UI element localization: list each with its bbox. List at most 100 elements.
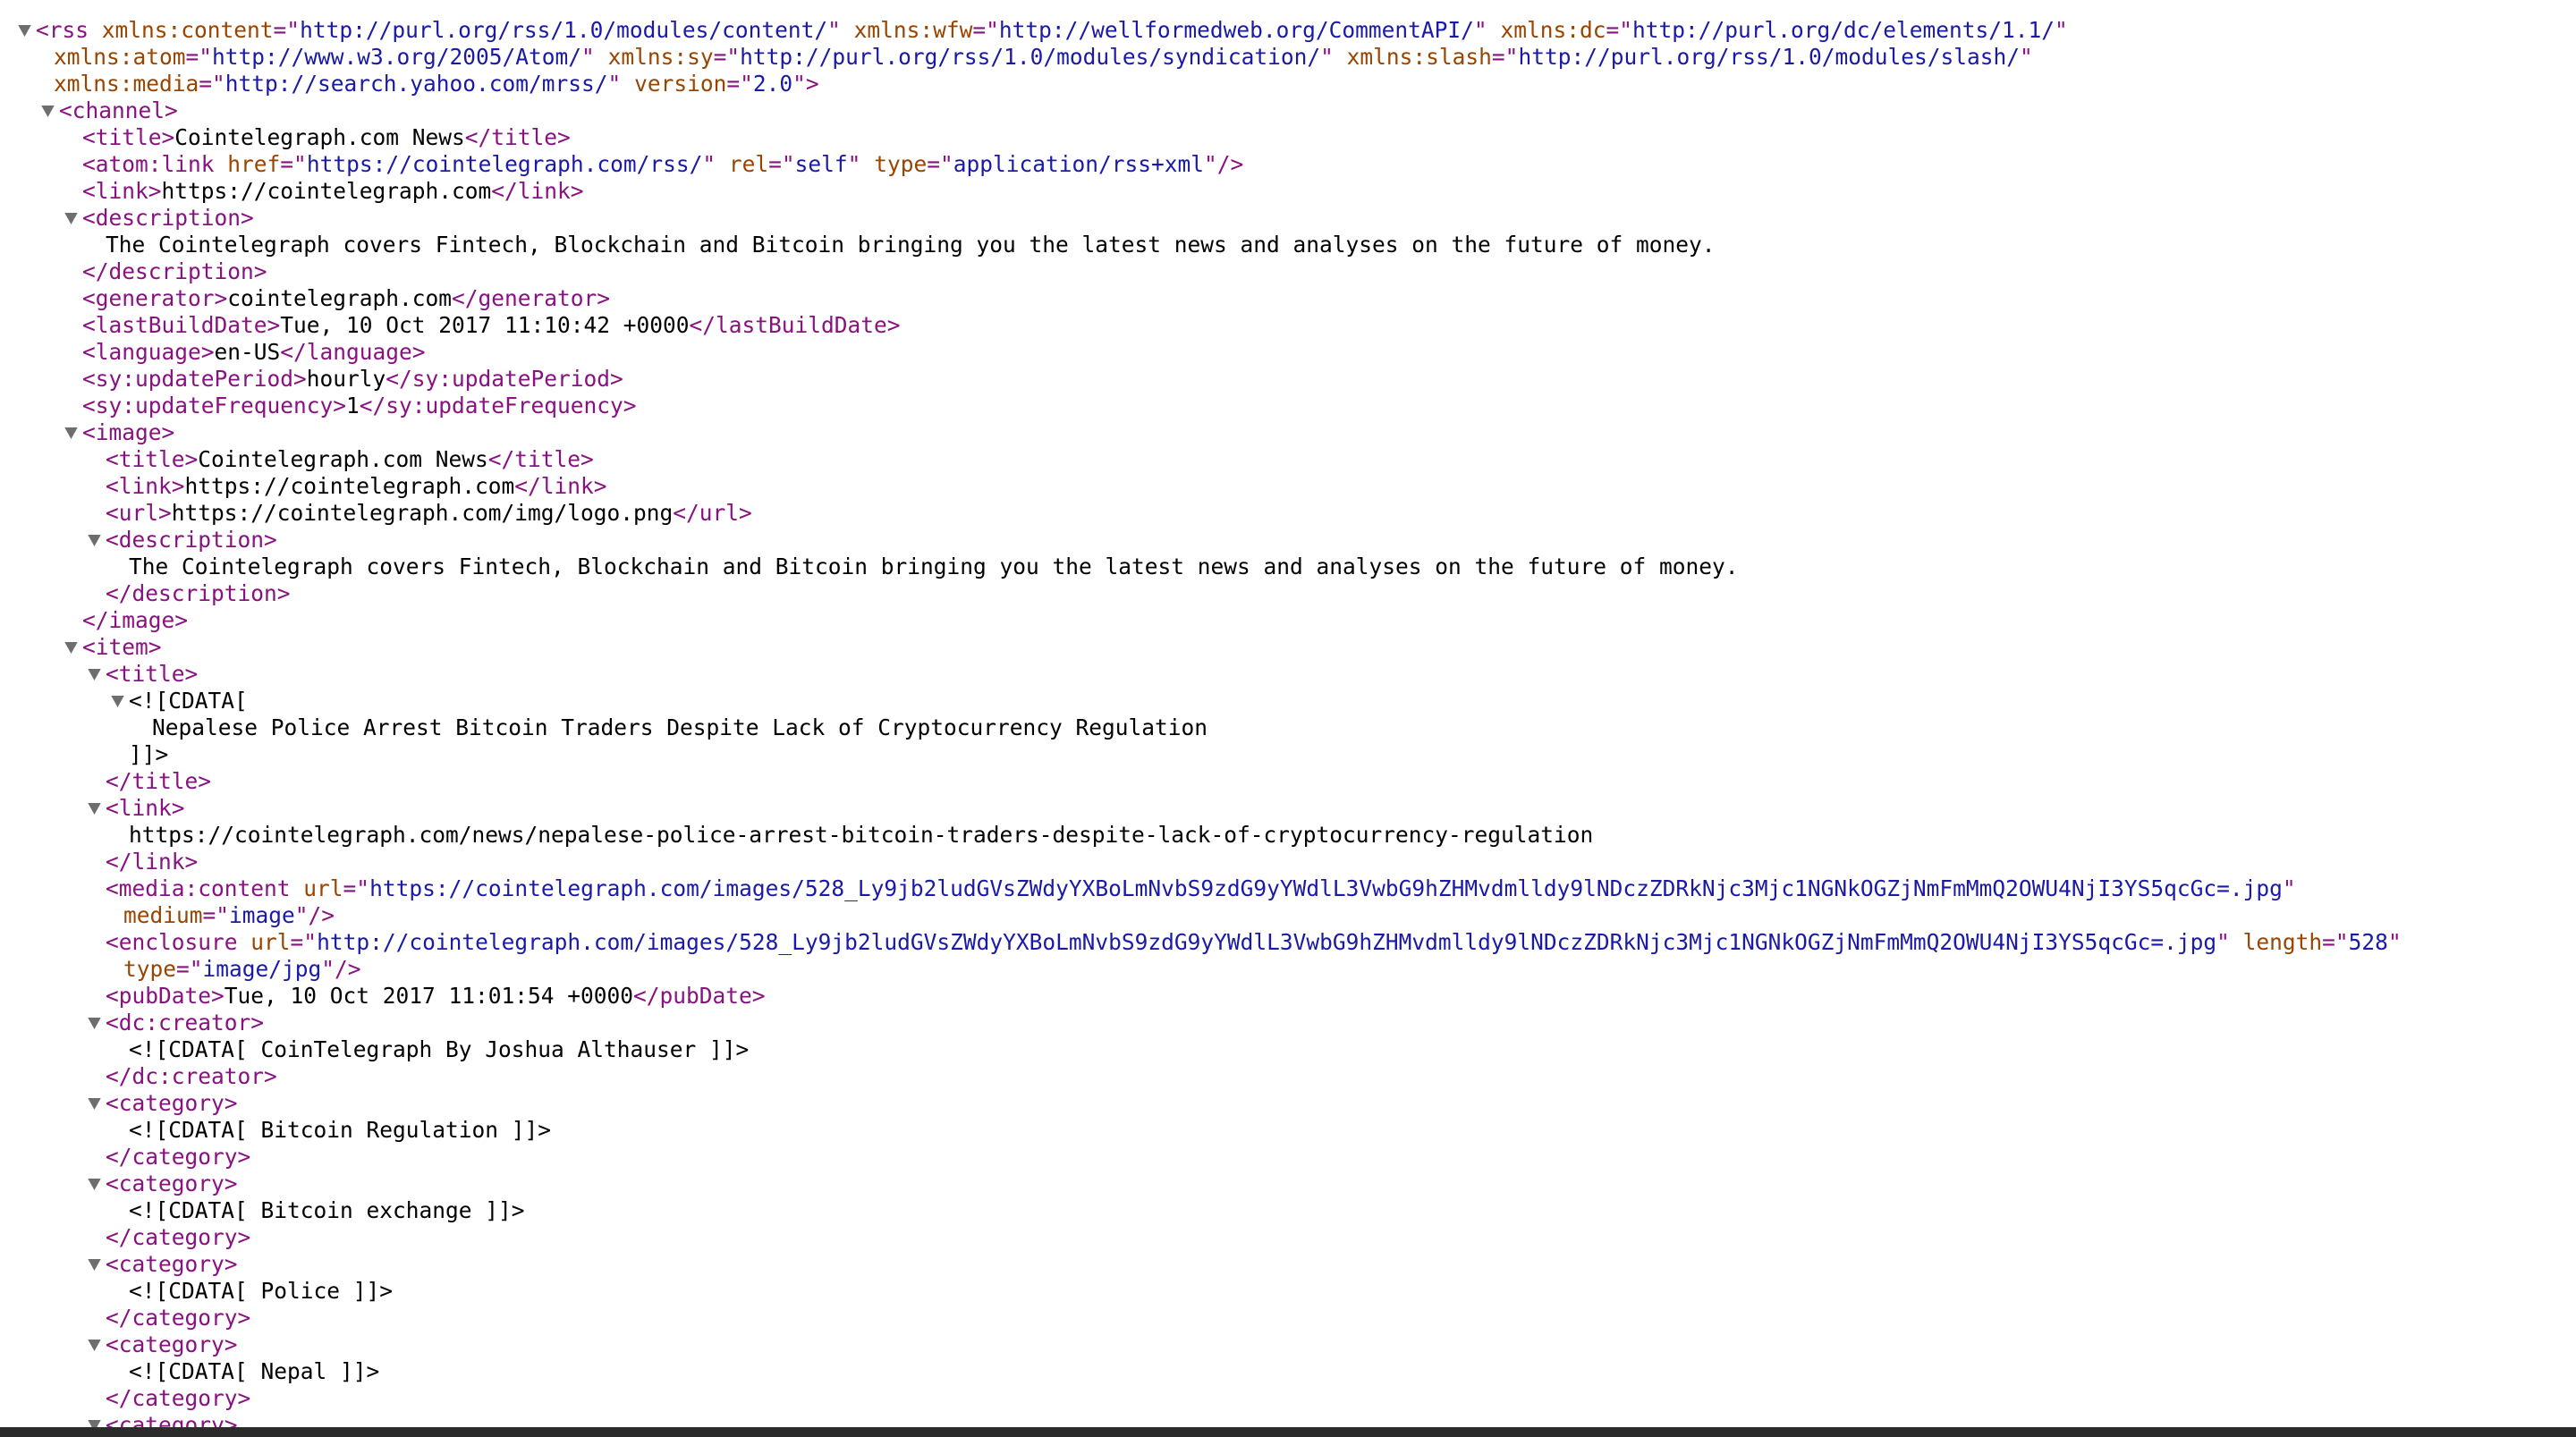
xml-line: <sy:updatePeriod>hourly</sy:updatePeriod…: [0, 366, 2576, 393]
xml-line: <enclosure url="http://cointelegraph.com…: [0, 929, 2576, 956]
xml-line: <link>https://cointelegraph.com</link>: [0, 178, 2576, 205]
xml-line: <media:content url="https://cointelegrap…: [0, 875, 2576, 902]
xml-line: <dc:creator>: [0, 1010, 2576, 1036]
xml-tag: </dc:creator>: [106, 1063, 277, 1089]
xml-tag: <category>: [106, 1251, 238, 1277]
xml-line: </category>: [0, 1385, 2576, 1412]
xml-text: [2230, 929, 2243, 955]
xml-text: Cointelegraph.com News: [174, 124, 465, 150]
collapse-triangle-icon[interactable]: [84, 1412, 104, 1427]
xml-attr-name: xmlns:atom: [54, 44, 186, 70]
xml-tag: ">: [792, 71, 819, 97]
collapse-triangle-icon[interactable]: [61, 205, 80, 232]
xml-tag: </link>: [514, 473, 607, 499]
xml-line: type="image/jpg"/>: [0, 956, 2576, 983]
xml-text: [841, 17, 854, 43]
collapse-triangle-icon[interactable]: [84, 1090, 104, 1117]
collapse-triangle-icon[interactable]: [84, 1010, 104, 1036]
collapse-triangle-icon[interactable]: [61, 419, 80, 446]
xml-line: <link>https://cointelegraph.com</link>: [0, 473, 2576, 500]
collapse-triangle-icon[interactable]: [107, 688, 127, 714]
xml-line: </title>: [0, 768, 2576, 795]
xml-tag: </title>: [106, 768, 212, 794]
xml-line: <![CDATA[: [0, 688, 2576, 714]
xml-text: The Cointelegraph covers Fintech, Blockc…: [129, 554, 1739, 579]
xml-text: [89, 17, 102, 43]
collapse-triangle-icon[interactable]: [14, 17, 34, 44]
collapse-triangle-icon[interactable]: [84, 1171, 104, 1197]
xml-tag: =": [343, 875, 370, 901]
xml-tag: <lastBuildDate>: [82, 312, 281, 338]
xml-text: hourly: [306, 366, 386, 392]
xml-line: <pubDate>Tue, 10 Oct 2017 11:01:54 +0000…: [0, 983, 2576, 1010]
collapse-triangle-icon[interactable]: [84, 1251, 104, 1278]
xml-attr-value: 2.0: [752, 71, 793, 97]
xml-text: ]]>: [129, 741, 169, 767]
xml-attr-name: xmlns:sy: [607, 44, 714, 70]
xml-line: medium="image"/>: [0, 902, 2576, 929]
xml-line: <category>: [0, 1331, 2576, 1358]
xml-tag: =": [927, 151, 953, 177]
xml-tag: <channel>: [59, 97, 178, 123]
xml-line: Nepalese Police Arrest Bitcoin Traders D…: [0, 714, 2576, 741]
collapse-triangle-icon[interactable]: [84, 1331, 104, 1358]
collapse-triangle-icon[interactable]: [38, 97, 57, 124]
xml-text: <![CDATA[ Bitcoin exchange ]]>: [129, 1197, 525, 1223]
xml-text: cointelegraph.com: [227, 285, 453, 311]
xml-line: <description>: [0, 205, 2576, 232]
xml-tag: =": [1606, 17, 1632, 43]
xml-line: xmlns:atom="http://www.w3.org/2005/Atom/…: [0, 44, 2576, 71]
xml-tag: ": [2387, 929, 2402, 955]
xml-line: </description>: [0, 258, 2576, 285]
xml-tag: </url>: [673, 500, 752, 526]
xml-text: <![CDATA[ Police ]]>: [129, 1278, 394, 1304]
xml-tag: <item>: [82, 634, 162, 660]
xml-tag: </lastBuildDate>: [689, 312, 901, 338]
xml-line: <channel>: [0, 97, 2576, 124]
xml-tag: ": [702, 151, 716, 177]
xml-tag: </category>: [106, 1305, 251, 1331]
collapse-triangle-icon[interactable]: [84, 661, 104, 688]
xml-text: https://cointelegraph.com/news/nepalese-…: [129, 822, 1594, 848]
xml-line: <title>: [0, 661, 2576, 688]
xml-tag: ": [2054, 17, 2068, 43]
xml-line: <title>Cointelegraph.com News</title>: [0, 446, 2576, 473]
xml-tag: ": [607, 71, 622, 97]
xml-line: <category>: [0, 1090, 2576, 1117]
xml-tag: </title>: [487, 446, 594, 472]
xml-tag: ": [2216, 929, 2230, 955]
xml-tag: <enclosure: [106, 929, 238, 955]
xml-tag: "/>: [294, 902, 335, 928]
xml-attr-name: xmlns:content: [101, 17, 274, 43]
xml-text: [238, 929, 251, 955]
xml-attr-name: version: [634, 71, 727, 97]
xml-attr-value: http://search.yahoo.com/mrss/: [225, 71, 608, 97]
xml-line: <lastBuildDate>Tue, 10 Oct 2017 11:10:42…: [0, 312, 2576, 339]
xml-tag: <dc:creator>: [106, 1010, 265, 1035]
xml-tag: <link>: [82, 178, 162, 204]
xml-attr-value: application/rss+xml: [953, 151, 1204, 177]
xml-line: <title>Cointelegraph.com News</title>: [0, 124, 2576, 151]
xml-tag: =": [202, 902, 230, 928]
xml-attr-value: http://www.w3.org/2005/Atom/: [212, 44, 582, 70]
xml-tag: =": [768, 151, 795, 177]
xml-tag: ": [2019, 44, 2033, 70]
collapse-triangle-icon[interactable]: [84, 527, 104, 554]
xml-tag: ": [2282, 875, 2296, 901]
xml-attr-name: xmlns:dc: [1500, 17, 1606, 43]
xml-text: [595, 44, 608, 70]
xml-text: [716, 151, 729, 177]
xml-line: <category>: [0, 1412, 2576, 1427]
xml-text: <![CDATA[: [129, 688, 248, 714]
xml-tag: ": [581, 44, 595, 70]
xml-line: <category>: [0, 1251, 2576, 1278]
xml-tag: =": [176, 956, 203, 982]
xml-text: [621, 71, 634, 97]
xml-tag: "/>: [1203, 151, 1244, 177]
xml-tag: =": [2322, 929, 2349, 955]
collapse-triangle-icon[interactable]: [61, 634, 80, 661]
xml-attr-value: image: [229, 902, 295, 928]
xml-line: xmlns:media="http://search.yahoo.com/mrs…: [0, 71, 2576, 97]
xml-tag: </link>: [491, 178, 584, 204]
collapse-triangle-icon[interactable]: [84, 795, 104, 822]
